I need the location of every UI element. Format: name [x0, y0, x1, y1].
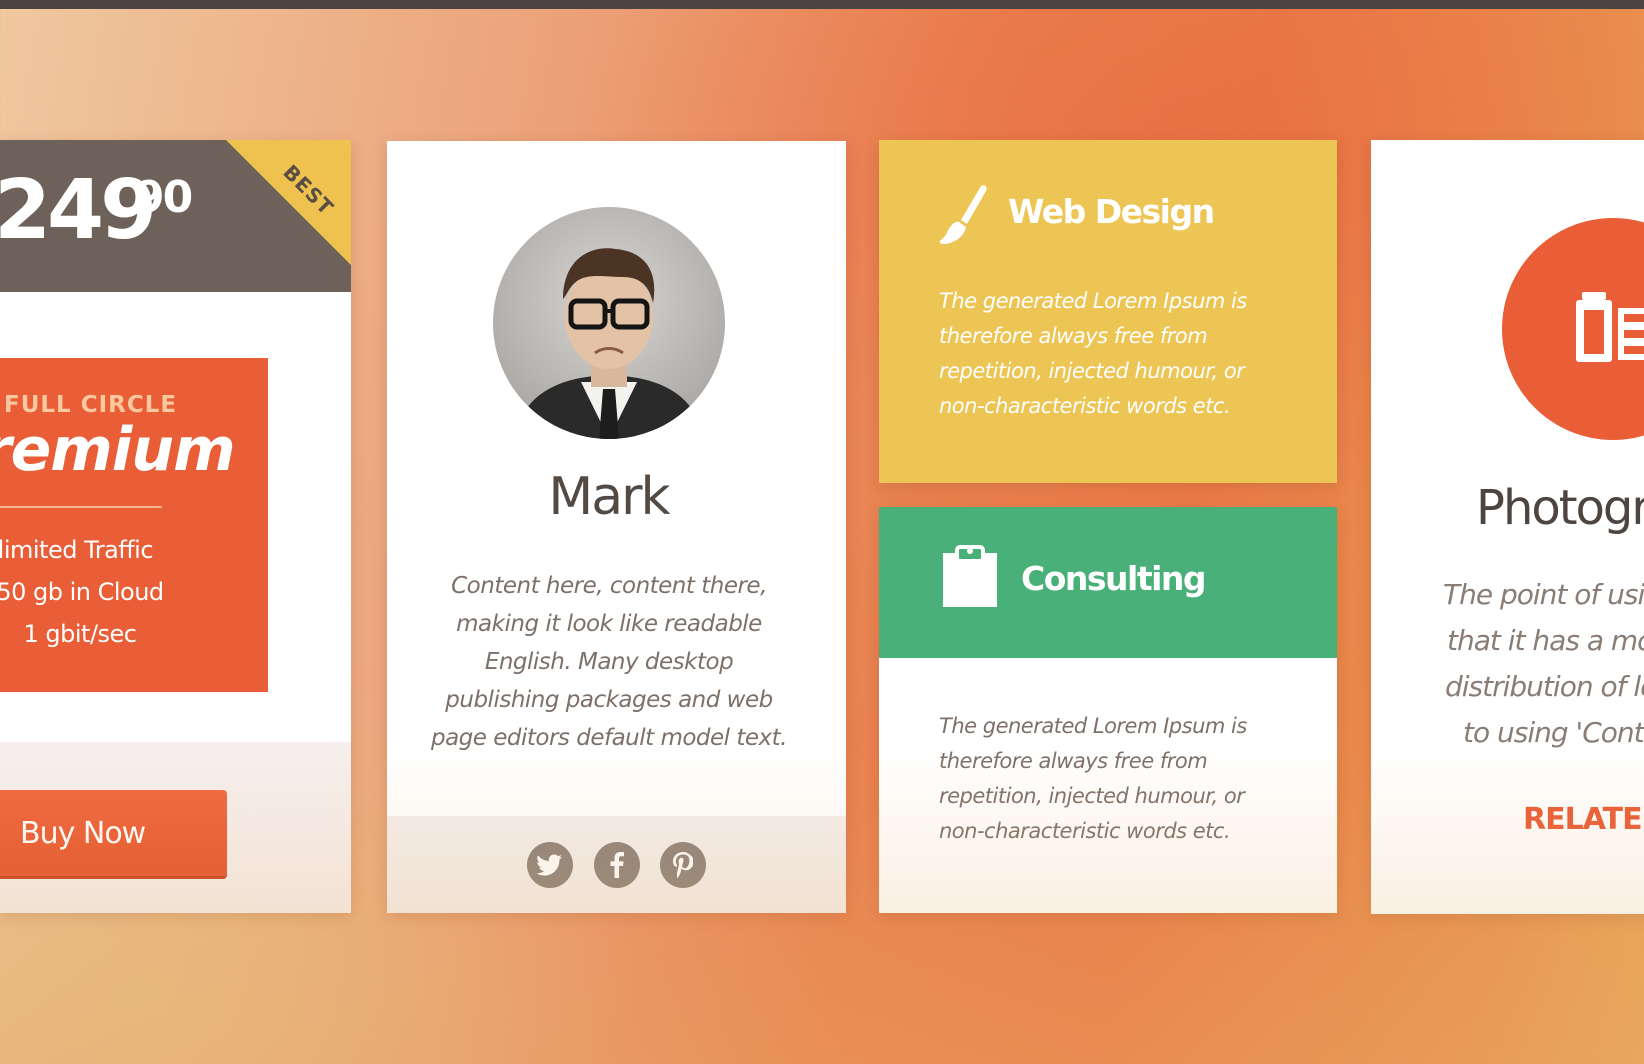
- price-amount: 249: [0, 163, 157, 258]
- plan-feature: 50 gb in Cloud: [0, 578, 164, 606]
- photography-title: Photogr: [1476, 480, 1644, 536]
- film-icon: [1576, 292, 1644, 362]
- plan-feature: nlimited Traffic: [0, 536, 154, 564]
- plan-name: remium: [0, 415, 236, 485]
- plan-box: FULL CIRCLE remium nlimited Traffic 50 g…: [0, 358, 268, 692]
- web-design-title: Web Design: [1008, 192, 1215, 231]
- consulting-text: The generated Lorem Ipsum is therefore a…: [939, 714, 1247, 843]
- profile-footer: [387, 816, 846, 913]
- facebook-icon[interactable]: [594, 842, 640, 888]
- web-design-text: The generated Lorem Ipsum is therefore a…: [939, 289, 1247, 418]
- consulting-card: Consulting The generated Lorem Ipsum is …: [879, 507, 1337, 913]
- pricing-footer: Buy Now: [0, 742, 351, 913]
- web-design-card: Web Design The generated Lorem Ipsum is …: [879, 140, 1337, 483]
- pinterest-icon[interactable]: [660, 842, 706, 888]
- consulting-title: Consulting: [1021, 559, 1207, 598]
- photo-icon-circle: [1502, 218, 1644, 440]
- photography-card: Photogr The point of usin that it has a …: [1371, 140, 1644, 914]
- avatar-portrait: [513, 248, 705, 439]
- photography-text-line: that it has a mo: [1447, 624, 1644, 657]
- photography-text-line: to using 'Conte: [1463, 716, 1644, 749]
- profile-bio: Content here, content there, making it l…: [430, 573, 788, 751]
- twitter-icon[interactable]: [527, 842, 573, 888]
- pricing-card: BEST 249 90 FULL CIRCLE remium nlimited …: [0, 140, 351, 913]
- plan-divider: [0, 506, 162, 508]
- price-cents: 90: [134, 172, 193, 223]
- paintbrush-icon: [939, 185, 987, 244]
- profile-name: Mark: [548, 467, 670, 527]
- photography-text-line: distribution of le: [1445, 670, 1644, 703]
- plan-feature: 1 gbit/sec: [23, 620, 138, 648]
- avatar: [493, 207, 725, 439]
- clipboard-icon: [943, 545, 997, 607]
- buy-now-button[interactable]: Buy Now: [0, 790, 227, 876]
- price-header: BEST 249 90: [0, 140, 351, 292]
- photography-text-line: The point of usin: [1443, 578, 1644, 611]
- window-top-bar: [0, 0, 1644, 9]
- profile-card: Mark Content here, content there, making…: [387, 141, 846, 913]
- related-link[interactable]: RELATED: [1523, 802, 1644, 837]
- consulting-header: Consulting: [879, 507, 1337, 658]
